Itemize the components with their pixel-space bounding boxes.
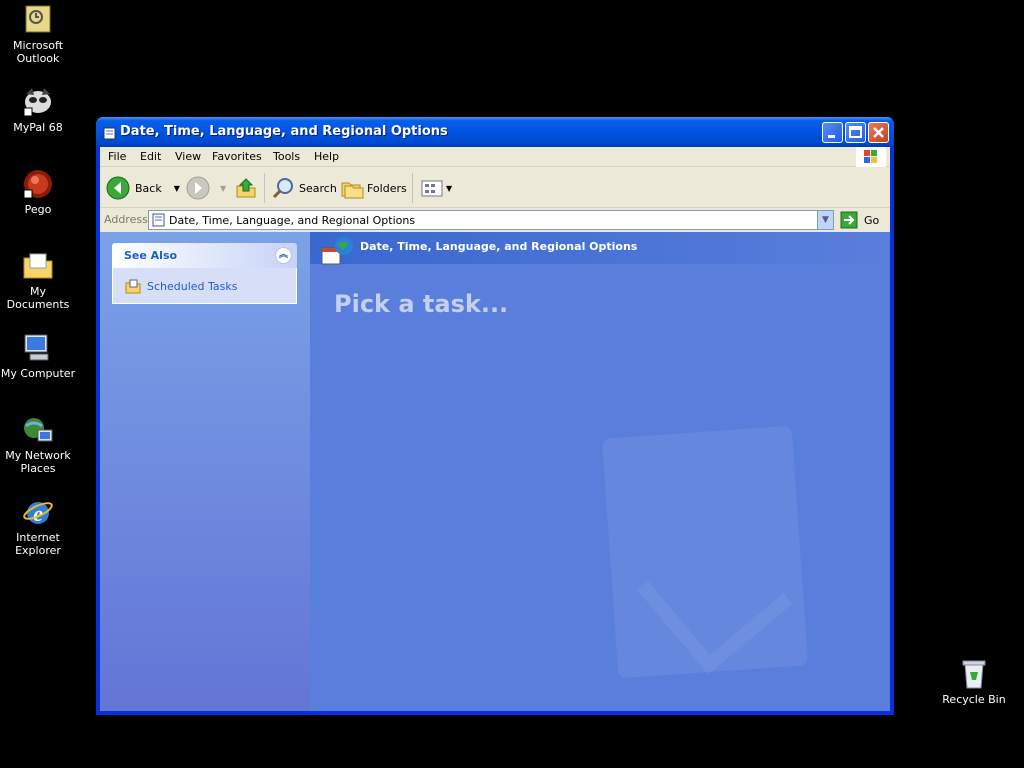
windows-logo-icon	[856, 147, 886, 167]
up-folder-button[interactable]	[234, 175, 258, 201]
desktop: Microsoft Outlook MyPal 68 Pego My Docum…	[0, 0, 1024, 738]
folders-button[interactable]: Folders	[340, 175, 407, 201]
desktop-icon-my-network-places[interactable]: My Network Places	[0, 414, 76, 475]
back-dropdown-icon[interactable]: ▼	[174, 184, 180, 193]
forward-dropdown-icon: ▼	[220, 183, 227, 193]
menu-bar: File Edit View Favorites Tools Help	[100, 147, 890, 167]
main-pane: Date, Time, Language, and Regional Optio…	[310, 232, 890, 711]
toolbar-separator	[264, 173, 265, 203]
address-input[interactable]: Date, Time, Language, and Regional Optio…	[148, 210, 834, 230]
search-button[interactable]: Search	[272, 175, 337, 201]
see-also-header[interactable]: See Also ︽	[112, 243, 297, 268]
menu-tools[interactable]: Tools	[273, 150, 300, 163]
views-icon	[421, 180, 443, 197]
maximize-button[interactable]	[845, 122, 866, 143]
ie-icon: e	[22, 496, 54, 528]
address-value: Date, Time, Language, and Regional Optio…	[169, 214, 416, 227]
address-bar: Address Date, Time, Language, and Region…	[100, 209, 890, 231]
scheduled-tasks-icon	[125, 279, 141, 294]
control-panel-window: Date, Time, Language, and Regional Optio…	[96, 117, 894, 715]
see-also-body: Scheduled Tasks	[112, 268, 297, 304]
desktop-icon-recycle-bin[interactable]: Recycle Bin	[936, 658, 1012, 706]
computer-icon	[22, 332, 54, 364]
category-title: Date, Time, Language, and Regional Optio…	[360, 240, 638, 253]
date-globe-icon	[320, 236, 354, 272]
desktop-icon-internet-explorer[interactable]: e Internet Explorer	[0, 496, 76, 557]
folder-icon	[22, 250, 54, 282]
menu-favorites[interactable]: Favorites	[212, 150, 262, 163]
forward-button[interactable]: ▼	[186, 175, 226, 201]
control-panel-icon	[102, 125, 118, 141]
toolbar: Back ▼ ▼ Search Folders ▼	[100, 167, 890, 208]
address-page-icon	[151, 212, 167, 232]
pick-task-heading: Pick a task...	[334, 290, 509, 318]
forward-arrow-icon	[186, 176, 210, 200]
menu-file[interactable]: File	[108, 150, 126, 163]
desktop-icon-mypal[interactable]: MyPal 68	[0, 86, 76, 134]
window-client: File Edit View Favorites Tools Help Back…	[100, 147, 890, 711]
views-button[interactable]: ▼	[420, 175, 452, 201]
desktop-icon-pego[interactable]: Pego	[0, 168, 76, 216]
close-button[interactable]	[868, 122, 889, 143]
search-icon	[272, 178, 293, 199]
network-icon	[22, 414, 54, 446]
go-button[interactable]: Go	[840, 211, 879, 229]
recycle-bin-icon	[958, 658, 990, 690]
mypal-icon	[22, 86, 54, 118]
scheduled-tasks-link[interactable]: Scheduled Tasks	[125, 278, 238, 294]
see-also-title: See Also	[124, 249, 178, 262]
back-arrow-icon	[106, 176, 130, 200]
desktop-icon-my-computer[interactable]: My Computer	[0, 332, 76, 380]
menu-help[interactable]: Help	[314, 150, 339, 163]
toolbar-separator	[412, 173, 413, 203]
folders-icon	[341, 182, 364, 199]
address-label: Address	[104, 213, 148, 226]
menu-view[interactable]: View	[175, 150, 201, 163]
pego-icon	[22, 168, 54, 200]
window-title: Date, Time, Language, and Regional Optio…	[120, 124, 448, 139]
outlook-icon	[22, 4, 54, 36]
desktop-icon-outlook[interactable]: Microsoft Outlook	[0, 4, 76, 65]
views-dropdown-icon: ▼	[446, 183, 453, 193]
category-header: Date, Time, Language, and Regional Optio…	[310, 232, 890, 265]
back-button[interactable]: Back ▼	[106, 175, 180, 201]
minimize-button[interactable]	[822, 122, 843, 143]
up-folder-icon	[236, 178, 256, 198]
desktop-icon-my-documents[interactable]: My Documents	[0, 250, 76, 311]
menu-edit[interactable]: Edit	[140, 150, 161, 163]
see-also-panel: See Also ︽ Scheduled Tasks	[112, 243, 297, 304]
title-bar[interactable]: Date, Time, Language, and Regional Optio…	[96, 117, 894, 147]
go-arrow-icon	[840, 211, 858, 229]
address-dropdown-icon[interactable]: ▼	[817, 211, 833, 229]
collapse-chevron-icon[interactable]: ︽	[275, 247, 292, 264]
task-pane: See Also ︽ Scheduled Tasks	[100, 232, 310, 711]
